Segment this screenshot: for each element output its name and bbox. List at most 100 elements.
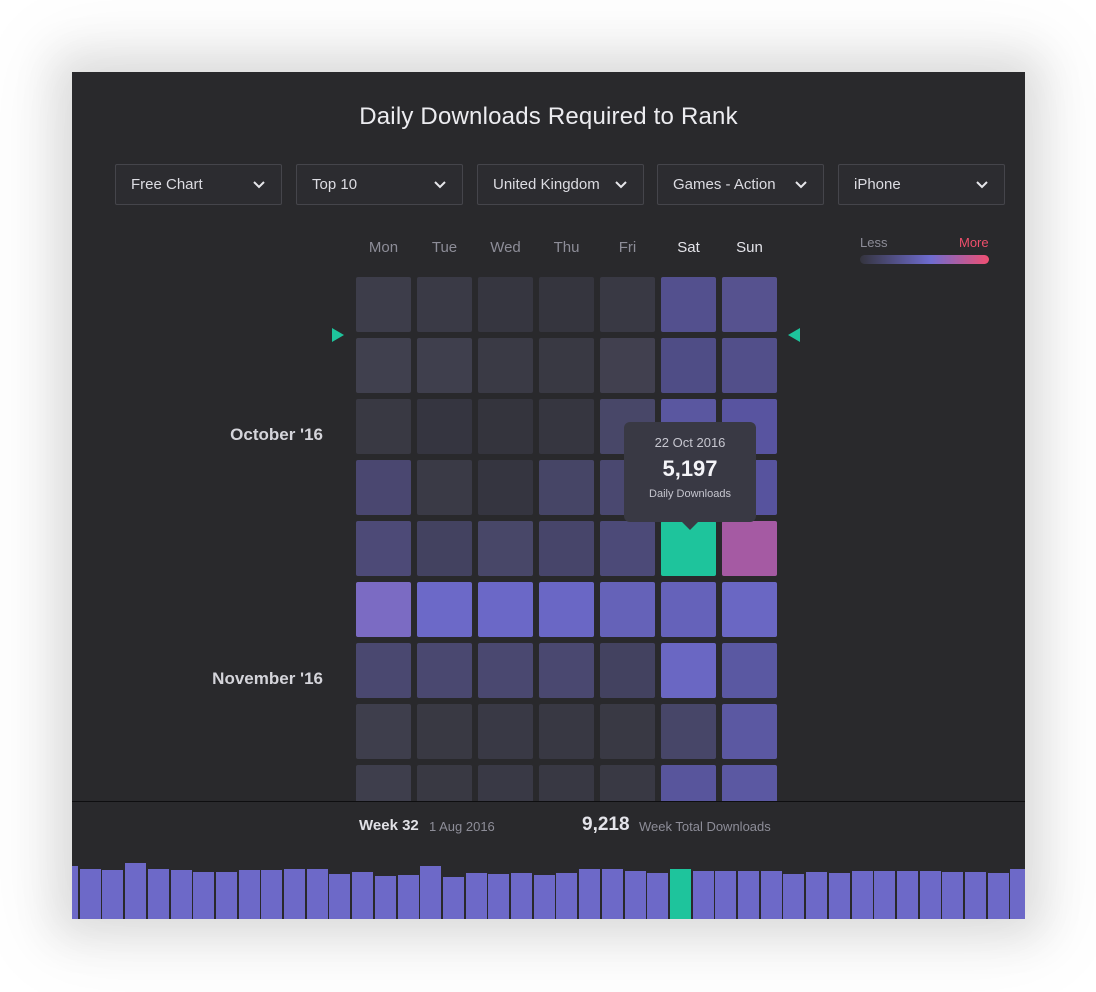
weekly-bar[interactable] [533,875,555,919]
calendar-day-cell[interactable] [661,643,716,698]
weekly-bar[interactable] [647,873,669,919]
calendar-day-cell[interactable] [600,765,655,802]
weekly-bar[interactable] [170,870,192,919]
calendar-day-cell[interactable] [661,338,716,393]
calendar-day-cell[interactable] [417,765,472,802]
weekly-bar[interactable] [420,866,442,919]
weekly-bar[interactable] [556,873,578,919]
calendar-day-cell[interactable] [478,338,533,393]
country-dropdown[interactable]: United Kingdom [477,164,644,205]
calendar-day-cell[interactable] [600,582,655,637]
weekly-bar[interactable] [238,870,260,919]
calendar-day-cell[interactable] [539,521,594,576]
calendar-day-cell[interactable] [539,399,594,454]
calendar-day-cell[interactable] [539,277,594,332]
calendar-day-cell[interactable] [417,338,472,393]
calendar-day-cell[interactable] [417,460,472,515]
calendar-day-cell[interactable] [417,582,472,637]
weekly-bar[interactable] [738,871,759,919]
weekly-bar[interactable] [329,874,351,919]
weekly-bar[interactable] [987,873,1009,919]
calendar-day-cell[interactable] [539,338,594,393]
calendar-day-cell[interactable] [722,643,777,698]
weekly-bar[interactable] [874,871,896,919]
calendar-day-cell[interactable] [356,338,411,393]
calendar-day-cell[interactable] [356,765,411,802]
weekly-bar[interactable] [72,866,78,919]
calendar-day-cell[interactable] [417,277,472,332]
category-dropdown[interactable]: Games - Action [657,164,824,205]
calendar-day-cell[interactable] [661,582,716,637]
weekly-bar[interactable] [511,873,532,919]
calendar-day-cell[interactable] [661,765,716,802]
calendar-day-cell[interactable] [356,704,411,759]
weekly-bar[interactable] [102,870,124,919]
weekly-bar[interactable] [896,871,918,919]
calendar-day-cell[interactable] [722,521,777,576]
calendar-day-cell[interactable] [478,765,533,802]
calendar-day-cell[interactable] [356,277,411,332]
weekly-bar[interactable] [125,863,147,919]
weekly-bar[interactable] [851,871,873,919]
calendar-day-cell[interactable] [417,643,472,698]
weekly-bar[interactable] [488,874,510,919]
calendar-day-cell[interactable] [356,582,411,637]
rank-range-dropdown[interactable]: Top 10 [296,164,463,205]
weekly-bar[interactable] [919,871,941,919]
weekly-bar[interactable] [215,872,237,919]
weekly-bar[interactable] [374,876,396,919]
weekly-bar[interactable] [828,873,850,919]
calendar-day-cell[interactable] [478,521,533,576]
weekly-bar[interactable] [942,872,964,919]
weekly-bar[interactable] [601,869,623,919]
weekly-bar[interactable] [760,871,782,919]
calendar-day-cell[interactable] [600,277,655,332]
weekly-bar[interactable] [352,872,374,919]
weekly-bar[interactable] [397,875,419,919]
calendar-day-cell[interactable] [478,704,533,759]
calendar-day-cell[interactable] [722,582,777,637]
weekly-bar-selected[interactable] [669,869,691,919]
weekly-bar[interactable] [806,872,828,919]
calendar-day-cell[interactable] [600,643,655,698]
calendar-day-cell[interactable] [478,582,533,637]
calendar-day-cell[interactable] [539,643,594,698]
calendar-day-cell[interactable] [539,704,594,759]
weekly-bar[interactable] [465,873,487,919]
weekly-bar[interactable] [1010,869,1025,919]
weekly-bar[interactable] [715,871,737,919]
calendar-day-cell[interactable] [722,704,777,759]
weekly-bar[interactable] [783,874,805,919]
calendar-day-cell[interactable] [356,643,411,698]
weekly-bar[interactable] [965,872,986,919]
weekly-bar[interactable] [624,871,646,919]
weekly-bar[interactable] [147,869,169,919]
weekly-bar[interactable] [261,870,283,919]
calendar-day-cell[interactable] [661,277,716,332]
calendar-day-cell[interactable] [722,338,777,393]
calendar-day-cell[interactable] [722,765,777,802]
calendar-day-cell[interactable] [539,460,594,515]
calendar-day-cell[interactable] [539,765,594,802]
calendar-day-cell[interactable] [722,277,777,332]
calendar-day-cell[interactable] [539,582,594,637]
calendar-day-cell[interactable] [600,521,655,576]
calendar-day-cell[interactable] [600,704,655,759]
calendar-day-cell[interactable] [417,704,472,759]
calendar-day-cell[interactable] [417,521,472,576]
calendar-day-cell[interactable] [478,277,533,332]
weekly-bar[interactable] [193,872,215,919]
calendar-day-cell[interactable] [356,399,411,454]
weekly-bar[interactable] [306,869,328,919]
calendar-day-cell[interactable] [661,704,716,759]
calendar-day-cell[interactable] [356,460,411,515]
weekly-bar[interactable] [79,869,101,919]
weekly-bar[interactable] [284,869,305,919]
chart-type-dropdown[interactable]: Free Chart [115,164,282,205]
calendar-day-cell[interactable] [600,338,655,393]
calendar-day-cell[interactable] [356,521,411,576]
calendar-day-cell[interactable] [478,460,533,515]
weekly-bar[interactable] [579,869,601,919]
calendar-day-cell[interactable] [417,399,472,454]
weekly-bar[interactable] [692,871,714,919]
